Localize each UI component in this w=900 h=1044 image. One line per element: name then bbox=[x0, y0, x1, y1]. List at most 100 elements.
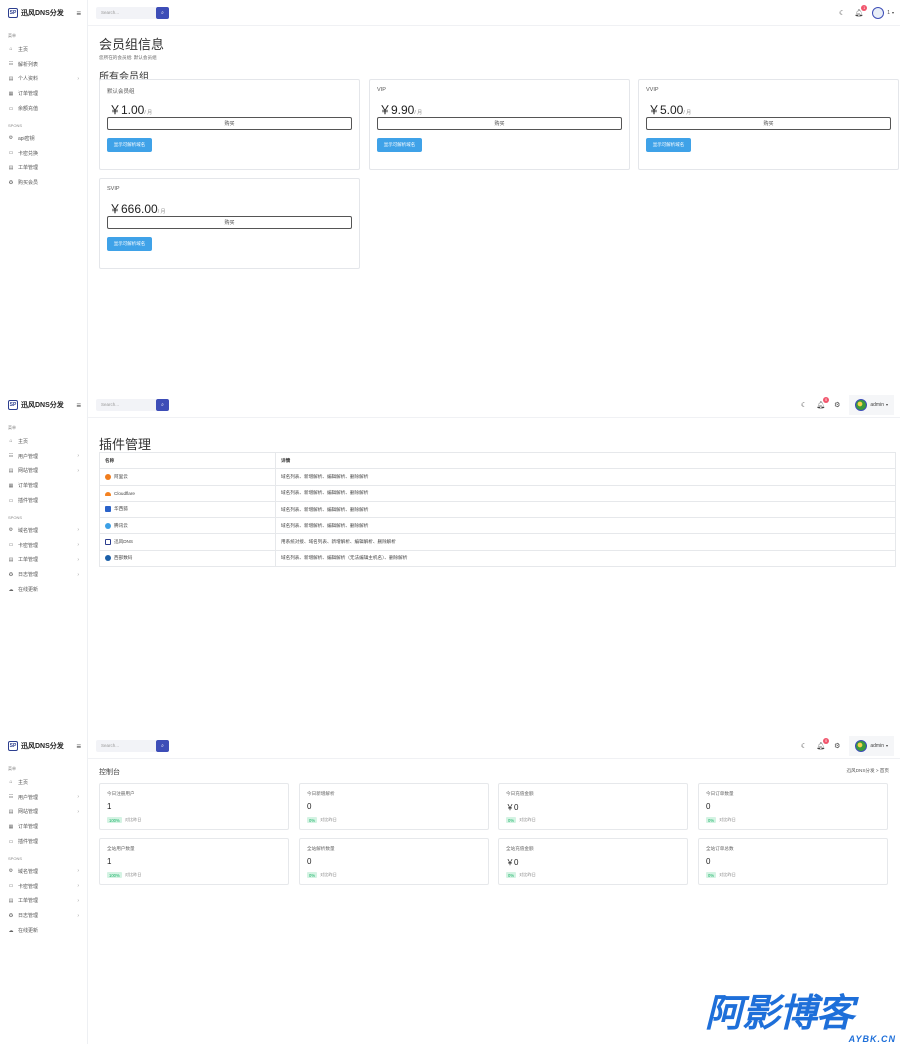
bell-icon[interactable]: 🔔︎ 0 bbox=[816, 737, 830, 750]
stat-label: 今日充值金额 bbox=[506, 791, 534, 796]
bell-icon[interactable]: 🔔︎ 1 bbox=[854, 4, 868, 17]
brand[interactable]: SP 迅风DNS分发 ≡ bbox=[0, 0, 87, 26]
sidebar-item-home[interactable]: ⌂ 主页 bbox=[0, 434, 87, 449]
search-input[interactable]: Search... bbox=[96, 6, 156, 19]
table-row[interactable]: 阿里云 域名列表、新增解析、编辑解析、删除解析 bbox=[99, 468, 896, 486]
search-button[interactable]: ⌕ bbox=[156, 739, 169, 752]
sidebar-item-profile[interactable]: ▤ 个人资料 › bbox=[0, 72, 87, 87]
moon-icon[interactable]: ☾ bbox=[801, 401, 807, 409]
sidebar-item-cards[interactable]: ▭ 卡密管理 › bbox=[0, 538, 87, 553]
gear-icon[interactable]: ⚙ bbox=[834, 401, 840, 409]
table-row[interactable]: Cloudflare 域名列表、新增解析、编辑解析、删除解析 bbox=[99, 484, 896, 502]
sidebar-item-domains[interactable]: ⚙ 域名管理 › bbox=[0, 864, 87, 879]
sidebar-item-orders[interactable]: ▦ 订单管理 bbox=[0, 819, 87, 834]
show-domains-button[interactable]: 显示可解析域名 bbox=[107, 237, 152, 251]
sidebar-item-plugins[interactable]: ▭ 插件管理 bbox=[0, 834, 87, 849]
chevron-down-icon: ▾ bbox=[885, 743, 888, 748]
buy-button[interactable]: 购买 bbox=[646, 117, 891, 130]
sidebar-item-home[interactable]: ⌂ 主页 bbox=[0, 775, 87, 790]
west-digital-icon bbox=[105, 555, 111, 562]
sidebar-item-domains[interactable]: ⚙ 域名管理 › bbox=[0, 523, 87, 538]
menu-toggle-icon[interactable]: ≡ bbox=[76, 742, 81, 751]
bell-icon[interactable]: 🔔︎ 0 bbox=[816, 396, 830, 409]
search-button[interactable]: ⌕ bbox=[156, 398, 169, 411]
sidebar-item-orders[interactable]: ▦ 订单管理 bbox=[0, 86, 87, 101]
stat-value: 0 bbox=[307, 802, 312, 811]
sidebar-item-tickets[interactable]: ▤ 工单管理 bbox=[0, 161, 87, 176]
buy-button[interactable]: 购买 bbox=[107, 216, 352, 229]
breadcrumb[interactable]: 迅风DNS分发 > 首页 bbox=[847, 768, 890, 774]
moon-icon[interactable]: ☾ bbox=[839, 9, 845, 17]
sidebar-item-home[interactable]: ⌂ 主页 bbox=[0, 42, 87, 57]
site-icon: ▤ bbox=[8, 808, 14, 815]
sidebar: SP 迅风DNS分发 ≡ 菜单 ⌂ 主页 ☷ 用户管理 › ▤ 网站管理 › ▦ 订单管理 … bbox=[0, 392, 88, 733]
sidebar-item-logs[interactable]: ✪ 日志管理 › bbox=[0, 908, 87, 923]
page-subtitle: 您所在的会员组: 默认会员组 bbox=[99, 55, 157, 60]
sidebar-item-logs[interactable]: ✪ 日志管理 › bbox=[0, 567, 87, 582]
compare-label: 对比昨日 bbox=[124, 817, 142, 822]
sidebar-item-label: 主页 bbox=[18, 46, 29, 53]
gear-icon[interactable]: ⚙ bbox=[834, 742, 840, 750]
user-menu[interactable]: 1 ▾ bbox=[872, 3, 894, 23]
brand[interactable]: SP 迅风DNS分发 ≡ bbox=[0, 733, 87, 759]
menu-toggle-icon[interactable]: ≡ bbox=[76, 401, 81, 410]
topbar: Search... ⌕ ☾ 🔔︎ 1 1 ▾ bbox=[88, 0, 900, 26]
user-menu[interactable]: admin ▾ bbox=[849, 394, 894, 415]
user-menu[interactable]: admin ▾ bbox=[849, 735, 894, 756]
sidebar-item-tickets[interactable]: ▤ 工单管理 › bbox=[0, 894, 87, 909]
stat-compare: 0% 对比昨日 bbox=[506, 872, 536, 878]
plugin-name-text: 迅风DNS bbox=[114, 539, 133, 545]
aliyun-icon bbox=[105, 473, 111, 480]
folder-icon: ▭ bbox=[8, 838, 14, 845]
buy-button[interactable]: 购买 bbox=[107, 117, 352, 130]
sidebar-item-users[interactable]: ☷ 用户管理 › bbox=[0, 790, 87, 805]
menu-toggle-icon[interactable]: ≡ bbox=[76, 9, 81, 18]
moon-icon[interactable]: ☾ bbox=[801, 742, 807, 750]
sidebar-item-api-key[interactable]: ⚙ api密钥 bbox=[0, 131, 87, 146]
page-title: 控制台 bbox=[99, 769, 120, 776]
table-row[interactable]: 腾讯云 域名列表、新增解析、编辑解析、删除解析 bbox=[99, 517, 896, 535]
sidebar-item-users[interactable]: ☷ 用户管理 › bbox=[0, 449, 87, 464]
show-domains-button[interactable]: 显示可解析域名 bbox=[107, 138, 152, 152]
plugin-table: 名称 详情 阿里云 域名列表、新增解析、编辑解析、删除解析 Cloudflare 域… bbox=[99, 451, 896, 568]
log-icon: ✪ bbox=[8, 571, 14, 578]
sidebar-item-records[interactable]: ☷ 解析列表 bbox=[0, 57, 87, 72]
stat-card: 今日订单数量 0 0% 对比昨日 bbox=[698, 783, 888, 830]
group-price: ￥1.00/ 月 bbox=[109, 101, 152, 118]
plugin-detail: 域名列表、新增解析、编辑解析、删除解析 bbox=[275, 468, 896, 486]
search-input[interactable]: Search... bbox=[96, 398, 156, 411]
sidebar-item-tickets[interactable]: ▤ 工单管理 › bbox=[0, 553, 87, 568]
sidebar-item-buy-membership[interactable]: ✪ 购买会员 bbox=[0, 175, 87, 190]
show-domains-button[interactable]: 显示可解析域名 bbox=[377, 138, 422, 152]
gear-icon: ⚙ bbox=[8, 868, 14, 875]
sidebar-item-label: 域名管理 bbox=[18, 527, 39, 534]
table-row[interactable]: 西部数码 域名列表、新增解析、编辑解析（无法编辑主机名）、删除解析 bbox=[99, 549, 896, 568]
brand[interactable]: SP 迅风DNS分发 ≡ bbox=[0, 392, 87, 418]
sidebar-item-plugins[interactable]: ▭ 插件管理 bbox=[0, 493, 87, 508]
sidebar-item-update[interactable]: ☁ 在线更新 bbox=[0, 582, 87, 597]
table-row[interactable]: 迅风DNS 用系统对接、域名列表、新增解析、编辑解析、删除解析 bbox=[99, 533, 896, 551]
sidebar-item-recharge[interactable]: ▭ 余额充值 bbox=[0, 101, 87, 116]
sidebar-item-label: 日志管理 bbox=[18, 913, 39, 920]
search-input[interactable]: Search... bbox=[96, 739, 156, 752]
search-button[interactable]: ⌕ bbox=[156, 6, 169, 19]
sidebar-item-site[interactable]: ▤ 网站管理 › bbox=[0, 805, 87, 820]
sidebar-item-card-redeem[interactable]: ▭ 卡密兑换 bbox=[0, 146, 87, 161]
group-price: ￥666.00/ 月 bbox=[109, 200, 166, 217]
chevron-right-icon: › bbox=[77, 453, 79, 460]
buy-button[interactable]: 购买 bbox=[377, 117, 622, 130]
group-name: VIP bbox=[377, 87, 386, 93]
sidebar-item-site[interactable]: ▤ 网站管理 › bbox=[0, 464, 87, 479]
show-domains-button[interactable]: 显示可解析域名 bbox=[646, 138, 691, 152]
sidebar-item-update[interactable]: ☁ 在线更新 bbox=[0, 923, 87, 938]
chevron-right-icon: › bbox=[77, 571, 79, 578]
table-row[interactable]: 华西狐 域名列表、新增解析、编辑解析、删除解析 bbox=[99, 500, 896, 519]
watermark-text: 阿影博客 bbox=[705, 993, 854, 1035]
group-price: ￥5.00/ 月 bbox=[648, 101, 691, 118]
chevron-right-icon: › bbox=[77, 883, 79, 890]
member-group-card: VIP ￥9.90/ 月 购买 显示可解析域名 bbox=[369, 79, 630, 170]
sidebar-item-cards[interactable]: ▭ 卡密管理 › bbox=[0, 879, 87, 894]
sidebar-item-orders[interactable]: ▦ 订单管理 bbox=[0, 478, 87, 493]
stat-card: 今日充值金额 ￥0 0% 对比昨日 bbox=[498, 783, 688, 830]
plugin-detail: 域名列表、新增解析、编辑解析（无法编辑主机名）、删除解析 bbox=[275, 549, 896, 568]
